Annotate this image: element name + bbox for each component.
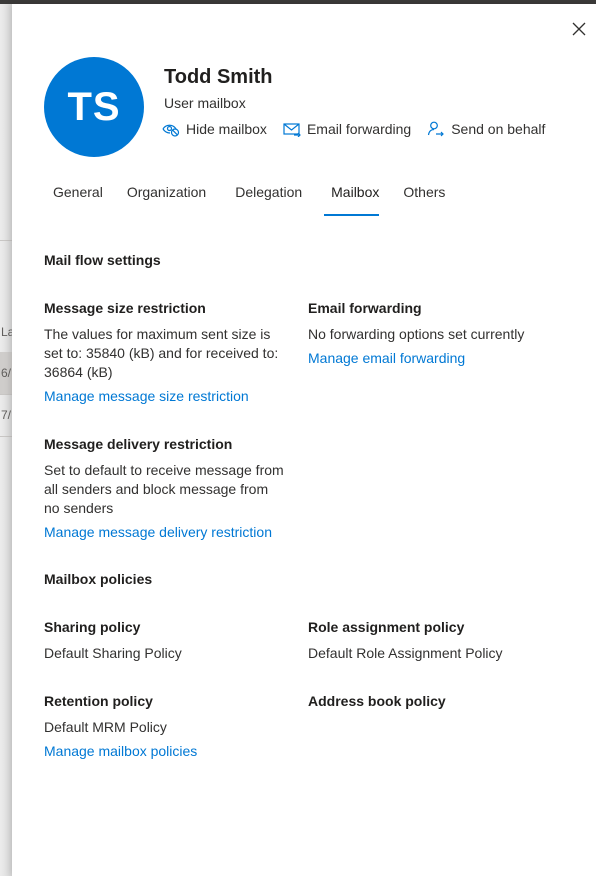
text-line: 36864 (kB) <box>44 364 113 380</box>
sharing-policy-value: Default Sharing Policy <box>44 645 182 661</box>
email-forwarding-label: Email forwarding <box>308 300 422 316</box>
manage-message-size-restriction-link[interactable]: Manage message size restriction <box>44 388 249 404</box>
role-assignment-policy-value: Default Role Assignment Policy <box>308 645 503 661</box>
address-book-policy-label: Address book policy <box>308 693 446 709</box>
close-icon <box>572 22 586 36</box>
tab-general[interactable]: General <box>42 184 114 216</box>
message-size-restriction-text: The values for maximum sent size is set … <box>44 325 278 382</box>
email-forwarding-button[interactable]: Email forwarding <box>283 121 411 137</box>
manage-email-forwarding-link[interactable]: Manage email forwarding <box>308 350 465 366</box>
divider <box>0 240 12 241</box>
tab-list: General Organization Delegation Mailbox … <box>42 184 456 216</box>
text-line: no senders <box>44 500 114 516</box>
message-size-restriction-label: Message size restriction <box>44 300 206 316</box>
tab-organization[interactable]: Organization <box>114 184 217 216</box>
user-mailbox-panel: TS Todd Smith User mailbox Hide mailbox … <box>12 4 596 876</box>
avatar-initials: TS <box>67 84 121 129</box>
role-assignment-policy-label: Role assignment policy <box>308 619 465 635</box>
row-partial: 7/ <box>1 408 12 422</box>
close-button[interactable] <box>570 20 588 38</box>
header-actions: Hide mailbox Email forwarding Send on be… <box>162 121 545 137</box>
hide-mailbox-label: Hide mailbox <box>186 121 267 137</box>
email-forwarding-label: Email forwarding <box>306 121 412 137</box>
tab-delegation[interactable]: Delegation <box>217 184 313 216</box>
send-on-behalf-button[interactable]: Send on behalf <box>427 121 545 137</box>
text-line: The values for maximum sent size is <box>44 326 271 342</box>
tab-others[interactable]: Others <box>390 184 456 216</box>
sharing-policy-label: Sharing policy <box>44 619 141 635</box>
avatar: TS <box>44 57 144 157</box>
retention-policy-value: Default MRM Policy <box>44 719 167 735</box>
text-line: set to: 35840 (kB) and for received to: <box>44 345 279 361</box>
text-line: Set to default to receive message from <box>44 462 284 478</box>
send-on-behalf-icon <box>428 121 445 137</box>
email-forwarding-status: No forwarding options set currently <box>308 326 525 342</box>
message-delivery-restriction-text: Set to default to receive message from a… <box>44 461 284 518</box>
divider <box>0 394 12 395</box>
background-page: La 6/ 7/ <box>0 4 12 876</box>
email-forwarding-icon <box>283 123 301 137</box>
retention-policy-label: Retention policy <box>44 693 153 709</box>
tab-mailbox[interactable]: Mailbox <box>313 184 390 216</box>
hide-mailbox-icon <box>162 124 180 137</box>
hide-mailbox-button[interactable]: Hide mailbox <box>162 121 267 137</box>
manage-mailbox-policies-link[interactable]: Manage mailbox policies <box>44 743 197 759</box>
text-line: all senders and block message from <box>44 481 269 497</box>
user-name: Todd Smith <box>164 66 273 88</box>
send-on-behalf-label: Send on behalf <box>451 121 546 137</box>
mailbox-type: User mailbox <box>164 95 246 111</box>
manage-message-delivery-restriction-link[interactable]: Manage message delivery restriction <box>44 524 272 540</box>
row-partial: 6/ <box>1 366 12 380</box>
divider <box>0 436 12 437</box>
mailbox-policies-heading: Mailbox policies <box>44 571 153 587</box>
column-header-partial: La <box>1 325 12 339</box>
message-delivery-restriction-label: Message delivery restriction <box>44 436 233 452</box>
mail-flow-settings-heading: Mail flow settings <box>44 252 161 268</box>
